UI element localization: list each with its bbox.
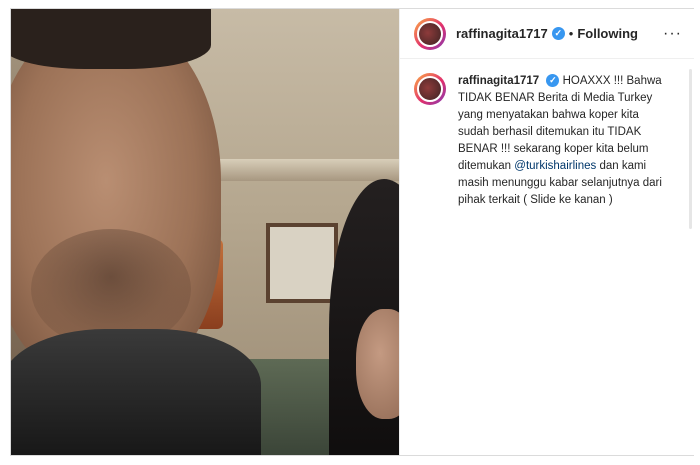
caption-username[interactable]: raffinagita1717 bbox=[458, 75, 539, 87]
verified-badge-icon: ✓ bbox=[551, 27, 565, 40]
following-button[interactable]: Following bbox=[577, 26, 638, 41]
author-username[interactable]: raffinagita1717 bbox=[456, 26, 548, 41]
author-avatar[interactable] bbox=[414, 17, 446, 50]
mention-link[interactable]: @turkishairlines bbox=[514, 160, 596, 172]
wall-picture-frame bbox=[266, 223, 338, 303]
woman-face bbox=[356, 309, 399, 419]
post-header: raffinagita1717 ✓ • Following ··· bbox=[400, 9, 694, 59]
caption-avatar[interactable] bbox=[414, 73, 446, 105]
caption-scrollbar[interactable] bbox=[689, 69, 692, 229]
more-options-icon[interactable]: ··· bbox=[663, 25, 682, 43]
post-sidebar: raffinagita1717 ✓ • Following ··· raffin… bbox=[399, 9, 694, 455]
verified-badge-icon: ✓ bbox=[546, 74, 560, 88]
separator-dot: • bbox=[568, 26, 574, 41]
post-photo[interactable] bbox=[11, 9, 399, 455]
jacket bbox=[11, 329, 261, 455]
instagram-post: raffinagita1717 ✓ • Following ··· raffin… bbox=[10, 8, 694, 456]
caption-text: raffinagita1717 ✓ HOAXXX !!! Bahwa TIDAK… bbox=[458, 73, 673, 209]
post-caption: raffinagita1717 ✓ HOAXXX !!! Bahwa TIDAK… bbox=[400, 59, 694, 209]
caption-body-start: HOAXXX !!! Bahwa TIDAK BENAR Berita di M… bbox=[458, 75, 662, 172]
